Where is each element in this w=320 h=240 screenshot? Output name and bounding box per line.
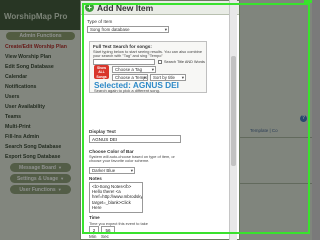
search-title-and-words-checkbox[interactable]: [158, 60, 162, 64]
tag-select[interactable]: Choose a Tag: [112, 66, 156, 73]
scroll-thumb[interactable]: [231, 56, 236, 166]
notes-textarea[interactable]: <b>Song Notes</b> Hello there! <a href=h…: [89, 182, 143, 213]
dialog-body: Type of Item Song from database Full Tex…: [87, 17, 237, 239]
bar-color-select[interactable]: Darker Blue: [89, 167, 135, 174]
display-text-input[interactable]: AGNUS DEI: [89, 135, 181, 143]
time-label: Time: [89, 215, 100, 220]
full-text-search-panel: Full Text Search for songs: Start typing…: [89, 41, 207, 93]
type-of-item-select[interactable]: Song from database: [87, 26, 169, 33]
seconds-label: Sec: [101, 234, 109, 239]
add-new-item-dialog: + Add New Item Type of Item Song from da…: [80, 0, 240, 240]
time-minutes-input[interactable]: 2: [89, 226, 99, 233]
selection-highlight-corner: [304, 0, 312, 3]
dialog-scrollbar[interactable]: [229, 0, 237, 240]
show-all-songs-button[interactable]: Show ALL Songs: [94, 65, 109, 79]
add-icon: +: [85, 3, 94, 12]
search-again-hint: Search again to pick a different song.: [94, 88, 160, 93]
notes-label: Notes: [89, 176, 102, 181]
time-seconds-input[interactable]: 56: [101, 226, 115, 233]
fts-help-text: Start typing below to start seeing resul…: [93, 49, 202, 59]
minutes-label: Min: [89, 234, 97, 239]
display-text-label: Display Text: [89, 129, 116, 134]
dialog-title-bar: + Add New Item: [81, 1, 239, 15]
search-title-and-words-label: Search Title AND Words: [164, 60, 205, 64]
type-of-item-label: Type of Item: [87, 19, 113, 24]
bar-color-help: System will auto-choose based on type of…: [89, 154, 175, 164]
dialog-title: Add New Item: [97, 3, 154, 13]
